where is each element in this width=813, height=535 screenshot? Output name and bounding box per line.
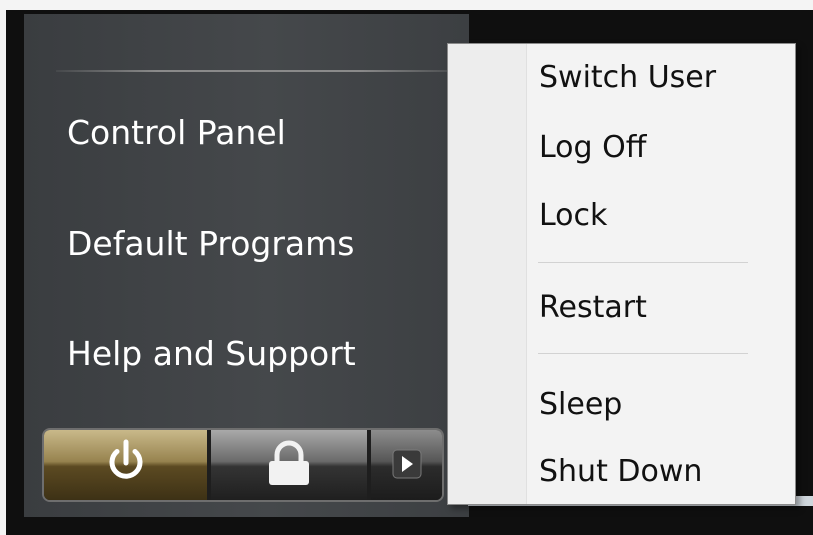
lock-button[interactable] xyxy=(211,430,367,500)
menu-separator xyxy=(538,262,748,263)
restart-item[interactable]: Restart xyxy=(539,290,647,326)
help-and-support-link[interactable]: Help and Support xyxy=(67,335,356,373)
shutdown-options-menu: Switch User Log Off Lock Restart Sleep S… xyxy=(447,43,796,505)
lock-icon xyxy=(269,440,309,485)
menu-separator xyxy=(538,353,748,354)
shutdown-button-bar xyxy=(42,428,444,502)
pane-divider xyxy=(56,70,460,72)
control-panel-link[interactable]: Control Panel xyxy=(67,114,286,152)
menu-icon-gutter xyxy=(448,44,527,504)
sleep-item[interactable]: Sleep xyxy=(539,387,622,423)
shutdown-options-button[interactable] xyxy=(371,430,442,500)
start-menu-right-pane: Control Panel Default Programs Help and … xyxy=(24,14,469,517)
power-icon xyxy=(109,439,143,479)
lock-item[interactable]: Lock xyxy=(539,198,607,234)
default-programs-link[interactable]: Default Programs xyxy=(67,225,355,263)
log-off-item[interactable]: Log Off xyxy=(539,130,646,166)
arrow-right-icon xyxy=(392,449,422,479)
shut-down-item[interactable]: Shut Down xyxy=(539,454,702,490)
shut-down-button[interactable] xyxy=(44,430,207,500)
switch-user-item[interactable]: Switch User xyxy=(539,60,716,96)
